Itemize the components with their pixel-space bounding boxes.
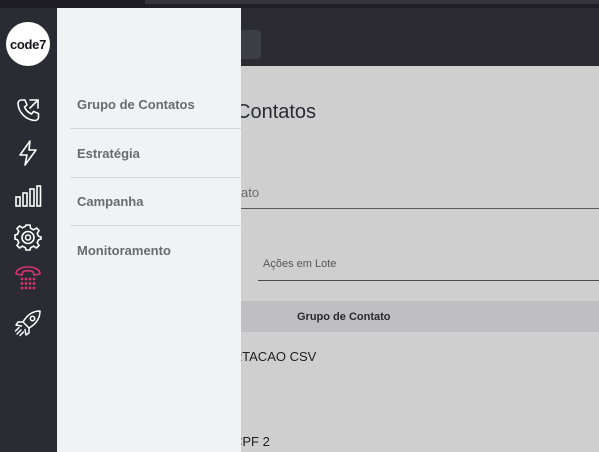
menu-item-label: Campanha	[77, 194, 144, 209]
browser-tab-area	[145, 0, 599, 4]
lightning-icon[interactable]	[13, 138, 43, 168]
page-title: Contatos	[236, 101, 317, 123]
menu-item-campanha[interactable]: Campanha	[70, 177, 241, 226]
rocket-icon[interactable]	[13, 308, 43, 338]
table-row[interactable]: RTACAO CSV	[233, 349, 316, 364]
bulk-actions-select[interactable]: Ações em Lote	[258, 250, 599, 281]
menu-item-grupo-de-contatos[interactable]: Grupo de Contatos	[70, 80, 241, 129]
menu-item-label: Estratégia	[77, 146, 140, 161]
search-placeholder: ato	[241, 185, 260, 200]
gear-icon[interactable]	[13, 222, 43, 252]
contact-search-input[interactable]: ato	[228, 176, 599, 209]
logo-text: code7	[9, 36, 47, 52]
telephone-icon[interactable]	[13, 264, 43, 294]
table-header: Grupo de Contato	[228, 301, 599, 332]
menu-item-label: Monitoramento	[77, 243, 171, 258]
menu-item-estrategia[interactable]: Estratégia	[70, 129, 241, 178]
column-header-contact-group[interactable]: Grupo de Contato	[297, 311, 391, 323]
phone-call-icon[interactable]	[13, 95, 43, 125]
menu-item-monitoramento[interactable]: Monitoramento	[70, 226, 241, 274]
bulk-actions-label: Ações em Lote	[263, 258, 337, 270]
code7-logo[interactable]: code7	[6, 22, 50, 66]
bar-chart-icon[interactable]	[13, 181, 43, 211]
window-top-strip	[0, 0, 599, 8]
menu-item-label: Grupo de Contatos	[77, 97, 195, 112]
navigation-drawer: Grupo de Contatos Estratégia Campanha Mo…	[57, 8, 241, 452]
icon-sidebar: code7	[0, 8, 57, 452]
